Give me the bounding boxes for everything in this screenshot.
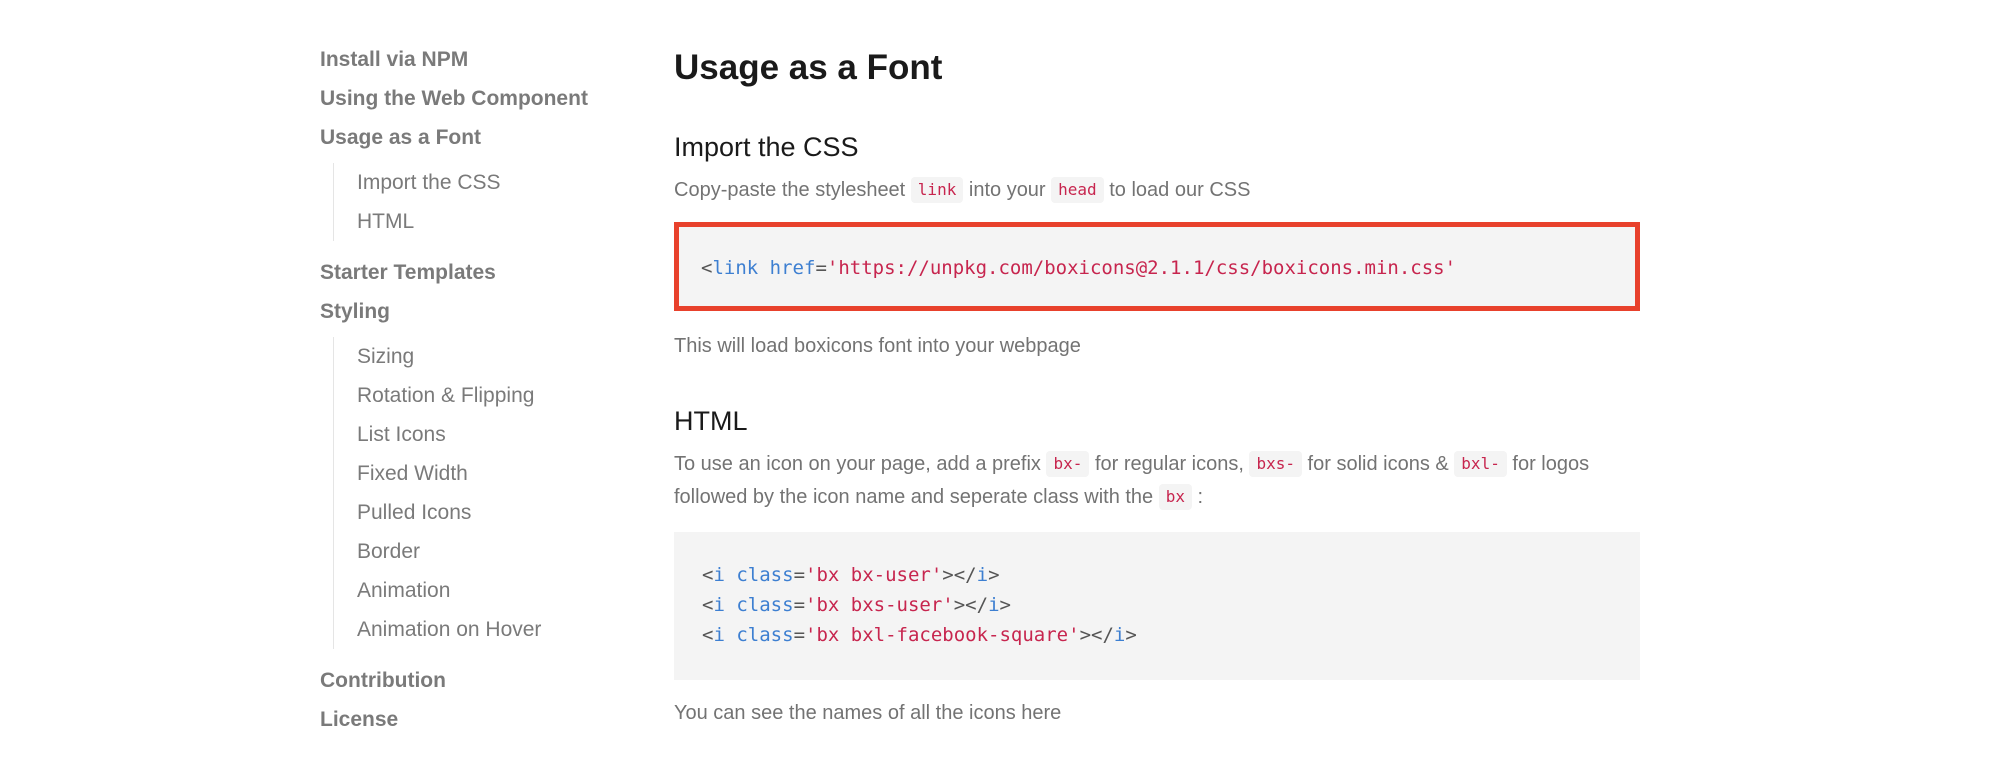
sidebar-item-contribution[interactable]: Contribution <box>320 661 640 700</box>
inline-code-bx: bx <box>1158 484 1192 510</box>
code-token: < <box>702 594 714 616</box>
code-token: link <box>712 257 759 279</box>
code-token: class <box>736 594 794 616</box>
code-token: i <box>713 594 725 616</box>
code-token: = <box>793 564 806 586</box>
inline-code-bx-prefix: bx- <box>1046 451 1090 477</box>
inline-code-link: link <box>910 177 964 203</box>
html-desc-text: followed by the icon name and seperate c… <box>674 486 1159 508</box>
code-token: = <box>815 257 827 279</box>
code-token: > <box>1125 624 1137 646</box>
code-token: href <box>769 257 816 279</box>
sidebar-item-web-component[interactable]: Using the Web Component <box>320 79 640 118</box>
docs-sidebar: Install via NPM Using the Web Component … <box>320 40 640 739</box>
code-token: < <box>701 257 713 279</box>
code-token: ></ <box>942 564 977 586</box>
sidebar-subitem-border[interactable]: Border <box>357 532 640 571</box>
sidebar-item-install-npm[interactable]: Install via NPM <box>320 40 640 79</box>
code-line-bxs-user: <i class='bx bxs-user'></i> <box>702 590 1640 620</box>
sidebar-subitem-animation[interactable]: Animation <box>357 571 640 610</box>
sidebar-item-license[interactable]: License <box>320 700 640 739</box>
inline-code-bxl-prefix: bxl- <box>1454 451 1507 477</box>
code-token: class <box>736 564 794 586</box>
code-token: 'https://unpkg.com/boxicons@2.1.1/css/bo… <box>826 257 1457 279</box>
section-title-import-css: Import the CSS <box>674 132 859 162</box>
code-token: i <box>713 564 725 586</box>
section-title-html: HTML <box>674 406 748 436</box>
icons-names-text: You can see the names of all the icons h… <box>674 702 1062 724</box>
sidebar-subitem-import-css[interactable]: Import the CSS <box>357 163 640 202</box>
code-token: > <box>999 594 1011 616</box>
code-token: = <box>793 594 806 616</box>
html-description-line-2: followed by the icon name and seperate c… <box>674 484 1203 510</box>
page-title: Usage as a Font <box>674 48 943 87</box>
inline-code-head: head <box>1051 177 1104 203</box>
code-token: i <box>976 564 989 586</box>
sidebar-item-usage-font[interactable]: Usage as a Font <box>320 118 640 157</box>
import-css-after-text: This will load boxicons font into your w… <box>674 335 1081 357</box>
code-token: i <box>713 624 725 646</box>
sidebar-subitem-pulled-icons[interactable]: Pulled Icons <box>357 493 640 532</box>
sidebar-subitem-html[interactable]: HTML <box>357 202 640 241</box>
code-token: < <box>702 564 714 586</box>
import-desc-text-2: into your <box>963 179 1052 201</box>
sidebar-subnav-styling: Sizing Rotation & Flipping List Icons Fi… <box>333 337 640 649</box>
sidebar-subitem-animation-hover[interactable]: Animation on Hover <box>357 610 640 649</box>
code-token: < <box>702 624 714 646</box>
code-token: i <box>1113 624 1126 646</box>
import-desc-text-1: Copy-paste the stylesheet <box>674 179 911 201</box>
code-line-bxl-facebook-square: <i class='bx bxl-facebook-square'></i> <box>702 620 1640 650</box>
import-css-code-block[interactable]: <link href='https://unpkg.com/boxicons@2… <box>674 222 1640 311</box>
sidebar-subitem-fixed-width[interactable]: Fixed Width <box>357 454 640 493</box>
code-token: > <box>988 564 1000 586</box>
code-token: class <box>736 624 794 646</box>
import-desc-text-3: to load our CSS <box>1103 179 1251 201</box>
code-line-link: <link href='https://unpkg.com/boxicons@2… <box>701 253 1635 283</box>
code-token: ></ <box>1079 624 1114 646</box>
html-desc-text: for solid icons & <box>1302 453 1455 475</box>
html-description-line-1: To use an icon on your page, add a prefi… <box>674 451 1589 477</box>
import-css-description: Copy-paste the stylesheet link into your… <box>674 177 1250 203</box>
html-desc-text: for regular icons, <box>1089 453 1250 475</box>
code-token: = <box>793 624 806 646</box>
sidebar-item-starter-templates[interactable]: Starter Templates <box>320 253 640 292</box>
code-token: ></ <box>953 594 989 616</box>
html-desc-text: : <box>1192 486 1204 508</box>
sidebar-subitem-rotation-flipping[interactable]: Rotation & Flipping <box>357 376 640 415</box>
sidebar-item-styling[interactable]: Styling <box>320 292 640 331</box>
sidebar-subnav-font: Import the CSS HTML <box>333 163 640 241</box>
code-token: 'bx bxs-user' <box>805 594 954 616</box>
code-token: 'bx bxl-facebook-square' <box>805 624 1080 646</box>
html-desc-text: To use an icon on your page, add a prefi… <box>674 453 1047 475</box>
code-token: i <box>988 594 1000 616</box>
html-code-block[interactable]: <i class='bx bx-user'></i> <i class='bx … <box>674 532 1640 680</box>
html-desc-text: for logos <box>1506 453 1590 475</box>
code-token: 'bx bx-user' <box>805 564 943 586</box>
sidebar-subitem-sizing[interactable]: Sizing <box>357 337 640 376</box>
code-line-bx-user: <i class='bx bx-user'></i> <box>702 560 1640 590</box>
inline-code-bxs-prefix: bxs- <box>1249 451 1302 477</box>
sidebar-subitem-list-icons[interactable]: List Icons <box>357 415 640 454</box>
